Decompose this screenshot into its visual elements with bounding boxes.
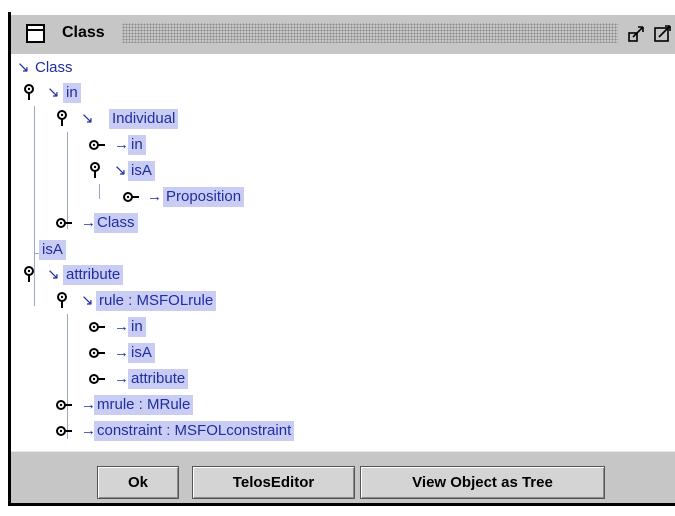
collapsed-handle-icon[interactable] [56,422,74,440]
collapsed-handle-icon[interactable] [89,136,107,154]
tree-arrow-icon: ↘ [47,266,60,283]
root-arrow-icon: ↘ [17,59,30,76]
tree-node[interactable]: in [128,135,146,155]
title-bar[interactable]: Class [11,14,675,54]
tree-arrow-icon: → [114,370,129,387]
tree-arrow-icon: → [147,188,162,205]
tree-node[interactable]: Proposition [163,187,245,207]
tree-arrow-icon: ↘ [81,292,94,309]
expanded-handle-icon[interactable] [89,162,107,180]
collapsed-handle-icon[interactable] [123,188,141,206]
object-tree[interactable]: ↘ Class ↘ in ↘ Individual → in ↘ isA → P… [11,54,675,451]
tree-node[interactable]: Class [94,213,138,233]
view-object-as-tree-button[interactable]: View Object as Tree [360,466,605,499]
collapsed-handle-icon[interactable] [89,318,107,336]
tree-connector [67,314,68,439]
tree-arrow-icon: → [114,318,129,335]
tree-node-root[interactable]: Class [35,58,73,78]
tree-node[interactable]: isA [128,343,155,363]
window-border-bottom [8,503,675,506]
tree-node[interactable]: Individual [109,109,179,129]
collapsed-handle-icon[interactable] [56,214,74,232]
tree-node[interactable]: attribute [63,265,124,285]
tree-node[interactable]: mrule : MRule [94,395,194,415]
tree-arrow-icon: ↘ [47,84,60,101]
collapsed-handle-icon[interactable] [89,370,107,388]
expanded-handle-icon[interactable] [56,292,74,310]
expanded-handle-icon[interactable] [56,110,74,128]
window-menu-icon[interactable] [26,24,45,43]
expanded-handle-icon[interactable] [23,266,41,284]
tree-node[interactable]: isA [39,240,66,260]
telos-editor-button[interactable]: TelosEditor [192,466,355,499]
collapsed-handle-icon[interactable] [89,344,107,362]
collapsed-handle-icon[interactable] [56,396,74,414]
tree-node[interactable]: in [128,317,146,337]
tree-arrow-icon: → [114,344,129,361]
window-title: Class [62,24,105,41]
tree-arrow-icon: ↘ [81,110,94,127]
tree-node[interactable]: constraint : MSFOLconstraint [94,421,295,441]
button-bar: Ok TelosEditor View Object as Tree [11,451,675,503]
tree-node[interactable]: in [63,83,81,103]
tree-node[interactable]: attribute [128,369,189,389]
tree-node[interactable]: rule : MSFOLrule [96,291,217,311]
tree-node[interactable]: isA [128,161,155,181]
expanded-handle-icon[interactable] [23,84,41,102]
title-bar-drag-pattern [122,23,618,43]
maximize-icon[interactable] [653,24,673,44]
minimize-icon[interactable] [627,24,647,44]
dialog-window: Class ↘ Class ↘ in ↘ Individual → in ↘ i… [0,0,675,516]
tree-arrow-icon: → [114,136,129,153]
ok-button[interactable]: Ok [97,466,179,499]
tree-connector [99,184,100,199]
tree-arrow-icon: ↘ [114,162,127,179]
